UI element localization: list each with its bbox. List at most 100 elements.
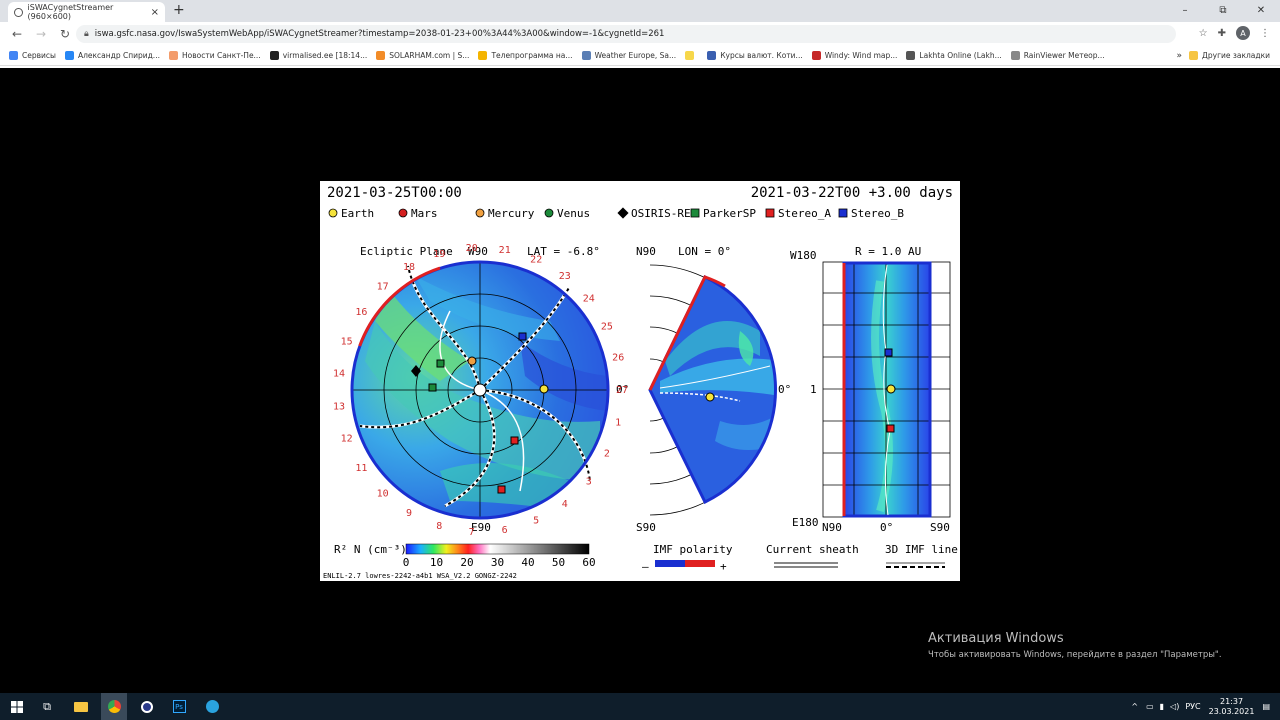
extensions-icon[interactable]: ✚ [1218, 28, 1226, 39]
close-window-button[interactable]: ✕ [1242, 0, 1280, 20]
bookmark-item[interactable]: Телепрограмма на... [478, 51, 573, 60]
explorer-button[interactable] [68, 693, 94, 720]
chrome-taskbar-button[interactable] [101, 693, 127, 720]
bookmark-label: Сервисы [22, 51, 56, 60]
start-button[interactable] [4, 693, 30, 720]
folder-icon [1189, 51, 1199, 60]
clock[interactable]: 21:37 23.03.2021 [1209, 697, 1255, 715]
carrington-tick: 4 [562, 499, 568, 510]
network-icon[interactable]: ▭ [1146, 702, 1154, 711]
colorbar-tick: 10 [430, 556, 443, 569]
colorbar-label: R² N (cm⁻³) [334, 543, 407, 556]
browser-chrome: iSWACygnetStreamer (960×600) × + – ⧉ ✕ ←… [0, 0, 1280, 68]
mid-earth-marker [705, 392, 715, 402]
app-taskbar-button[interactable] [134, 693, 160, 720]
right-stereo-b-marker [884, 348, 893, 357]
photoshop-taskbar-button[interactable]: Ps [166, 693, 192, 720]
legend-marker [544, 208, 554, 218]
mid-zero-label: 0° [778, 383, 791, 396]
bookmarks-bar: Сервисы Александр Спирид... Новости Санкт-… [0, 46, 1280, 66]
colorbar-ticks: 0 10 20 30 40 50 60 [403, 556, 596, 569]
maximize-button[interactable]: ⧉ [1204, 0, 1242, 20]
bookmark-item[interactable]: RainViewer Метеор... [1010, 51, 1105, 60]
legend-label: Mars [411, 207, 438, 220]
bookmark-item[interactable]: Lakhta Online (Lakh... [906, 51, 1002, 60]
right-one-label: 1 [810, 383, 817, 396]
url-text: iswa.gsfc.nasa.gov/IswaSystemWebApp/iSWA… [94, 29, 665, 39]
carrington-tick: 12 [341, 434, 353, 445]
minimize-button[interactable]: – [1166, 0, 1204, 20]
model-footer: ENLIL-2.7 lowres-2242-a4b1 WSA_V2.2 GONG… [323, 572, 517, 580]
notifications-icon[interactable]: ▤ [1262, 702, 1270, 711]
bookmark-item[interactable] [685, 51, 698, 60]
imf-positive-swatch [685, 560, 715, 567]
tab-iswa[interactable]: iSWACygnetStreamer (960×600) × [8, 2, 165, 22]
photoshop-icon: Ps [172, 700, 186, 713]
star-icon[interactable]: ☆ [1199, 28, 1208, 39]
bookmark-label: Новости Санкт-Пе... [181, 51, 261, 60]
carrington-tick: 27 [616, 385, 628, 396]
forward-arrow-icon[interactable]: → [34, 27, 48, 41]
mercury-marker [467, 356, 477, 366]
bookmark-item[interactable]: Александр Спирид... [64, 51, 160, 60]
telegram-taskbar-button[interactable] [199, 693, 225, 720]
menu-icon[interactable]: ⋮ [1260, 28, 1270, 39]
url-input[interactable]: 🔒︎ iswa.gsfc.nasa.gov/IswaSystemWebApp/i… [76, 25, 1176, 43]
other-bookmarks[interactable]: Другие закладки [1189, 51, 1270, 60]
bookmarks-more-button[interactable]: » [1176, 51, 1182, 61]
right-s90-label: S90 [930, 521, 950, 534]
new-tab-button[interactable]: + [173, 2, 185, 18]
activation-title: Активация Windows [928, 631, 1064, 646]
carrington-tick: 26 [612, 352, 624, 363]
colorbar-tick: 40 [521, 556, 534, 569]
e180-label: E180 [792, 516, 819, 529]
volume-icon[interactable]: ◁) [1170, 702, 1179, 711]
mid-n90-label: N90 [636, 245, 656, 258]
activation-watermark: Активация Windows Чтобы активировать Win… [928, 631, 1222, 660]
bookmark-item[interactable]: Курсы валют. Коти... [707, 51, 803, 60]
carrington-tick: 20 [466, 243, 478, 254]
carrington-tick: 22 [530, 255, 542, 266]
chevron-up-icon[interactable]: ^ [1131, 702, 1138, 711]
legend-marker [765, 208, 775, 218]
bookmark-item[interactable]: Новости Санкт-Пе... [168, 51, 261, 60]
bookmark-label: Курсы валют. Коти... [720, 51, 803, 60]
legend-marker [617, 207, 629, 219]
parkersp-marker [428, 383, 437, 392]
right-zero-label: 0° [880, 521, 893, 534]
right-n90-label: N90 [822, 521, 842, 534]
bookmark-item[interactable]: Weather Europe, Sa... [581, 51, 676, 60]
bookmark-item[interactable]: Сервисы [9, 51, 56, 60]
colorbar: R² N (cm⁻³) 0 10 20 30 40 50 60 [334, 543, 596, 569]
stereo-b-marker [518, 332, 527, 341]
carrington-tick: 3 [586, 476, 592, 487]
plot-title-left: 2021-03-25T00:00 [327, 185, 462, 201]
activation-text: Чтобы активировать Windows, перейдите в … [928, 650, 1222, 660]
task-view-button[interactable]: ⧉ [34, 693, 60, 720]
bookmark-icon [64, 51, 74, 60]
carrington-tick: 25 [601, 321, 613, 332]
carrington-tick: 18 [403, 262, 415, 273]
avatar[interactable]: A [1236, 26, 1250, 40]
carrington-tick: 21 [499, 245, 511, 256]
bookmark-label: SOLARHAM.com | S... [389, 51, 470, 60]
right-earth-marker [886, 384, 896, 394]
sphere-panel: R = 1.0 AU W180 E180 1 N90 0° S90 [790, 245, 951, 534]
other-bookmarks-label: Другие закладки [1202, 51, 1270, 60]
reload-icon[interactable]: ↻ [58, 27, 72, 41]
venus-marker [436, 359, 445, 368]
tab-close-icon[interactable]: × [151, 7, 159, 18]
bookmark-item[interactable]: Windy: Wind map... [811, 51, 897, 60]
telegram-icon [205, 700, 219, 713]
legend-marker [328, 208, 338, 218]
legend-label: Earth [341, 207, 374, 220]
bookmark-item[interactable]: SOLARHAM.com | S... [376, 51, 469, 60]
language-indicator[interactable]: РУС [1185, 702, 1200, 711]
back-arrow-icon[interactable]: ← [10, 27, 24, 41]
app-icon [141, 700, 153, 713]
battery-icon[interactable]: ▮ [1160, 702, 1164, 711]
legend-marker [475, 208, 485, 218]
window-controls: – ⧉ ✕ [1166, 0, 1280, 20]
tab-title: iSWACygnetStreamer (960×600) [27, 3, 114, 21]
bookmark-item[interactable]: virmalised.ee [18:14... [269, 51, 367, 60]
